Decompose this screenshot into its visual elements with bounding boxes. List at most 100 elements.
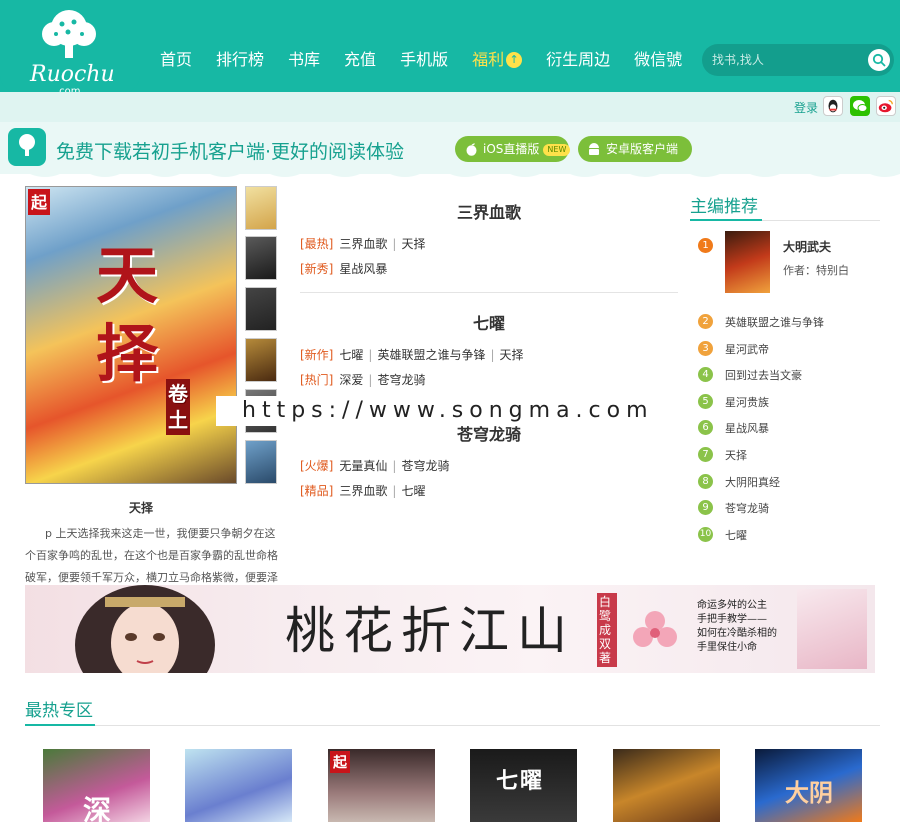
wave-divider — [0, 170, 900, 177]
rank-badge: 3 — [698, 341, 713, 356]
cover-text: 大阴 — [785, 778, 833, 807]
thumbnail[interactable] — [245, 236, 277, 280]
qq-icon[interactable] — [823, 96, 843, 116]
rank-item[interactable]: 英雄联盟之谁与争锋 — [725, 314, 824, 330]
rank-item[interactable]: 星河贵族 — [725, 394, 769, 410]
section-title[interactable]: 三界血歌 — [300, 199, 678, 223]
cover-text: 起 — [330, 751, 350, 773]
hot-book-cover[interactable] — [613, 749, 720, 822]
main-nav: 首页 排行榜 书库 充值 手机版 福利 ↑ 衍生周边 微信號 — [160, 46, 706, 70]
editor-pick-author: 作者：特别白 — [783, 264, 849, 277]
rank-badge: 4 — [698, 367, 713, 382]
book-link[interactable]: 苍穹龙骑 — [377, 373, 425, 387]
thumbnail[interactable] — [245, 186, 277, 230]
rank-item[interactable]: 七曜 — [725, 527, 747, 543]
logo-wordmark: Ruochu — [30, 62, 115, 87]
hot-book-cover[interactable] — [185, 749, 292, 822]
tree-logo-icon — [42, 10, 96, 58]
rank-item[interactable]: 回到过去当文豪 — [725, 367, 802, 383]
divider — [25, 725, 880, 726]
section-title[interactable]: 七曜 — [300, 310, 678, 334]
section-row: [新作] 七曜 | 英雄联盟之谁与争锋 | 天择 — [300, 348, 524, 362]
book-link[interactable]: 英雄联盟之谁与争锋 — [377, 348, 485, 362]
featured-book-description: p 上天选择我来这走一世，我便要只争朝夕在这个百家争鸣的乱世，在这个也是百家争霸… — [25, 527, 278, 583]
section-row: [精品] 三界血歌 | 七曜 — [300, 484, 426, 498]
book-link[interactable]: 天择 — [500, 348, 524, 362]
nav-home[interactable]: 首页 — [160, 46, 192, 70]
rank-badge: 1 — [698, 238, 713, 253]
logo[interactable]: Ruochu .com — [0, 0, 140, 106]
weibo-icon[interactable] — [876, 96, 896, 116]
rank-item[interactable]: 星河武帝 — [725, 341, 769, 357]
thumbnail[interactable] — [245, 338, 277, 382]
editor-pick-cover[interactable] — [725, 231, 770, 293]
book-link[interactable]: 七曜 — [339, 348, 363, 362]
android-download-button[interactable]: 安卓版客户端 — [578, 136, 692, 162]
editor-picks-title: 主编推荐 — [690, 197, 758, 217]
book-link[interactable]: 无量真仙 — [339, 459, 387, 473]
cover-logo: 起 — [28, 189, 50, 215]
divider-accent — [690, 219, 762, 221]
featured-book-title[interactable]: 天择 — [25, 499, 257, 516]
featured-book-cover[interactable]: 起 天择 卷土 — [25, 186, 237, 484]
nav-mobile[interactable]: 手机版 — [400, 46, 448, 70]
book-link[interactable]: 天择 — [401, 237, 425, 251]
book-link[interactable]: 星战风暴 — [339, 262, 387, 276]
android-icon — [589, 143, 599, 155]
cover-text: 深 — [83, 794, 112, 822]
book-link[interactable]: 七曜 — [401, 484, 425, 498]
promo-text: 免费下载若初手机客户端·更好的阅读体验 — [56, 141, 405, 163]
ios-download-button[interactable]: iOS直播版 NEW — [455, 136, 571, 162]
arrow-up-icon: ↑ — [506, 52, 523, 68]
hot-book-cover[interactable]: 起 — [328, 749, 435, 822]
rank-item[interactable]: 苍穹龙骑 — [725, 500, 769, 516]
thumbnail[interactable] — [245, 287, 277, 331]
user-bar — [0, 92, 900, 122]
row-tag: [新作] — [300, 348, 334, 362]
new-badge: NEW — [543, 144, 571, 156]
row-tag: [火爆] — [300, 459, 334, 473]
section-divider — [300, 292, 678, 293]
hot-book-cover[interactable]: 大阴 — [755, 749, 862, 822]
rank-item[interactable]: 星战风暴 — [725, 420, 769, 436]
flower-icon — [633, 611, 677, 647]
promo-banner[interactable]: 桃花折江山 白鹭成双 著 命运多舛的公主 手把手教学—— 如何在冷酷杀相的 手里… — [25, 585, 875, 673]
section-row: [火爆] 无量真仙 | 苍穹龙骑 — [300, 459, 450, 473]
hot-zone-title: 最热专区 — [25, 701, 93, 721]
rank-badge: 10 — [698, 527, 713, 542]
book-link[interactable]: 苍穹龙骑 — [401, 459, 449, 473]
search-button[interactable] — [868, 49, 890, 71]
banner-tagline: 命运多舛的公主 手把手教学—— 如何在冷酷杀相的 手里保住小命 — [697, 600, 777, 653]
hot-book-cover[interactable]: 深 — [43, 749, 150, 822]
thumbnail[interactable] — [245, 440, 277, 484]
wechat-icon[interactable] — [850, 96, 870, 116]
search-input[interactable] — [712, 51, 862, 69]
android-label: 安卓版客户端 — [606, 142, 679, 156]
book-link[interactable]: 三界血歌 — [339, 484, 387, 498]
watermark: https://www.songma.com — [216, 396, 678, 426]
nav-recharge[interactable]: 充值 — [344, 46, 376, 70]
nav-ranking[interactable]: 排行榜 — [216, 46, 264, 70]
banner-book-cover — [797, 589, 867, 669]
row-tag: [精品] — [300, 484, 334, 498]
rank-badge: 9 — [698, 500, 713, 515]
row-tag: [最热] — [300, 237, 334, 251]
section-row: [热门] 深爱 | 苍穹龙骑 — [300, 373, 426, 387]
editor-pick-title[interactable]: 大明武夫 — [783, 238, 831, 255]
nav-welfare[interactable]: 福利 ↑ — [472, 46, 523, 70]
nav-welfare-label: 福利 — [472, 50, 505, 69]
rank-item[interactable]: 大阴阳真经 — [725, 474, 780, 490]
book-link[interactable]: 三界血歌 — [339, 237, 387, 251]
rank-item[interactable]: 天择 — [725, 447, 747, 463]
rank-badge: 6 — [698, 420, 713, 435]
nav-merch[interactable]: 衍生周边 — [546, 46, 610, 70]
app-icon[interactable] — [8, 128, 46, 166]
nav-wechat[interactable]: 微信號 — [634, 46, 682, 70]
hot-book-cover[interactable]: 七曜 — [470, 749, 577, 822]
cover-title-art: 天择 — [96, 239, 159, 390]
banner-author-tag: 白鹭成双 著 — [597, 593, 617, 667]
nav-library[interactable]: 书库 — [288, 46, 320, 70]
login-link[interactable]: 登录 — [794, 99, 818, 116]
section-row: [新秀] 星战风暴 — [300, 260, 387, 277]
book-link[interactable]: 深爱 — [339, 373, 363, 387]
